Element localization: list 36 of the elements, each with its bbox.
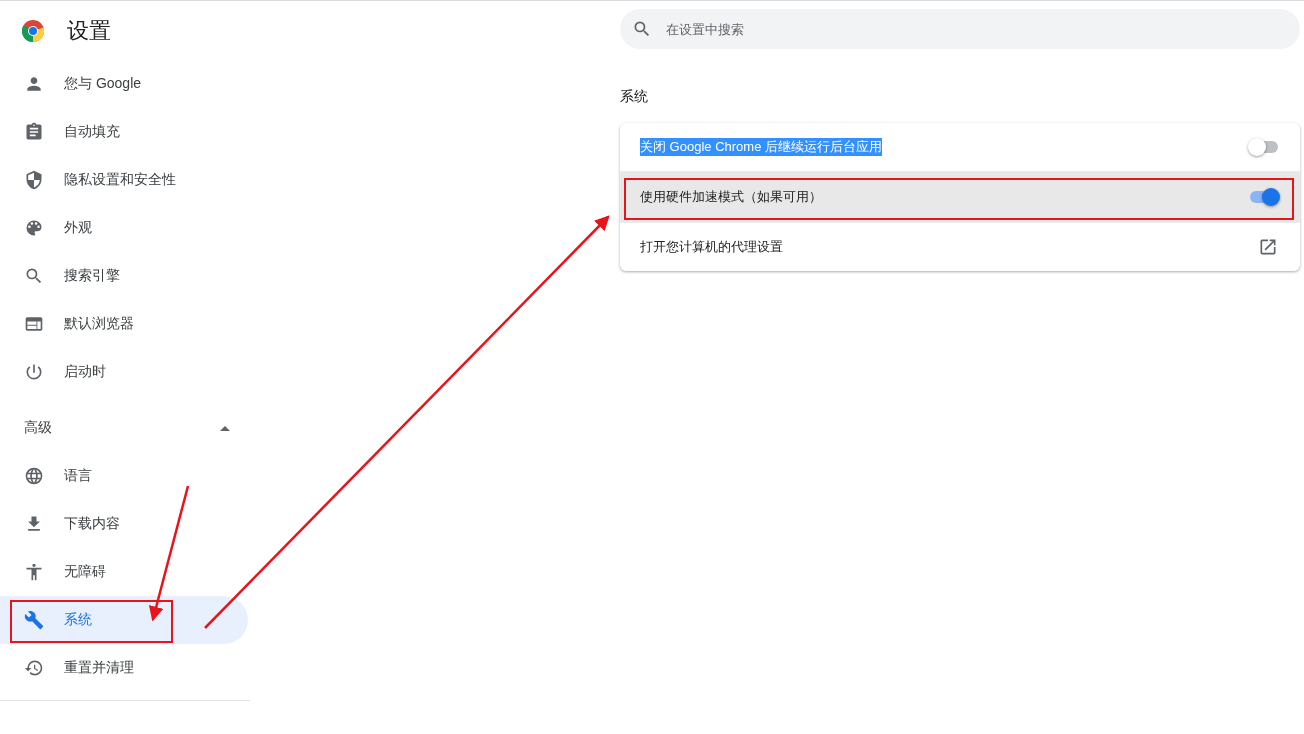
setting-label: 使用硬件加速模式（如果可用） — [640, 188, 822, 206]
wrench-icon — [24, 610, 44, 630]
section-title: 系统 — [620, 88, 649, 106]
external-link-icon[interactable] — [1258, 237, 1278, 257]
clipboard-icon — [24, 122, 44, 142]
page-title: 设置 — [67, 16, 111, 45]
settings-row[interactable]: 打开您计算机的代理设置 — [620, 222, 1300, 271]
search-icon — [24, 266, 44, 286]
sidebar-item[interactable]: 启动时 — [0, 348, 250, 396]
sidebar-item[interactable]: 语言 — [0, 452, 250, 500]
palette-icon — [24, 218, 44, 238]
sidebar-item[interactable]: 自动填充 — [0, 108, 250, 156]
history-icon — [24, 658, 44, 678]
power-icon — [24, 362, 44, 382]
sidebar-item[interactable]: 隐私设置和安全性 — [0, 156, 250, 204]
sidebar-item[interactable]: 重置并清理 — [0, 644, 250, 692]
figure-icon — [24, 562, 44, 582]
sidebar-item[interactable]: 搜索引擎 — [0, 252, 250, 300]
search-field[interactable]: 在设置中搜索 — [620, 9, 1300, 49]
globe-icon — [24, 466, 44, 486]
sidebar-item[interactable]: 下载内容 — [0, 500, 250, 548]
toggle-switch[interactable] — [1250, 191, 1278, 203]
setting-label: 打开您计算机的代理设置 — [640, 238, 783, 256]
shield-icon — [24, 170, 44, 190]
sidebar-item[interactable]: 外观 — [0, 204, 250, 252]
sidebar-item[interactable]: 您与 Google — [0, 60, 250, 108]
window-icon — [24, 314, 44, 334]
toggle-switch[interactable] — [1250, 141, 1278, 153]
setting-label: 关闭 Google Chrome 后继续运行后台应用 — [640, 138, 882, 156]
search-icon — [632, 19, 652, 39]
settings-row[interactable]: 使用硬件加速模式（如果可用） — [620, 171, 1300, 222]
sidebar-item[interactable]: 默认浏览器 — [0, 300, 250, 348]
advanced-toggle[interactable]: 高级 — [0, 396, 250, 452]
sidebar-item[interactable]: 无障碍 — [0, 548, 250, 596]
sidebar-item[interactable]: 系统 — [0, 596, 248, 644]
chrome-logo-icon — [21, 18, 45, 43]
